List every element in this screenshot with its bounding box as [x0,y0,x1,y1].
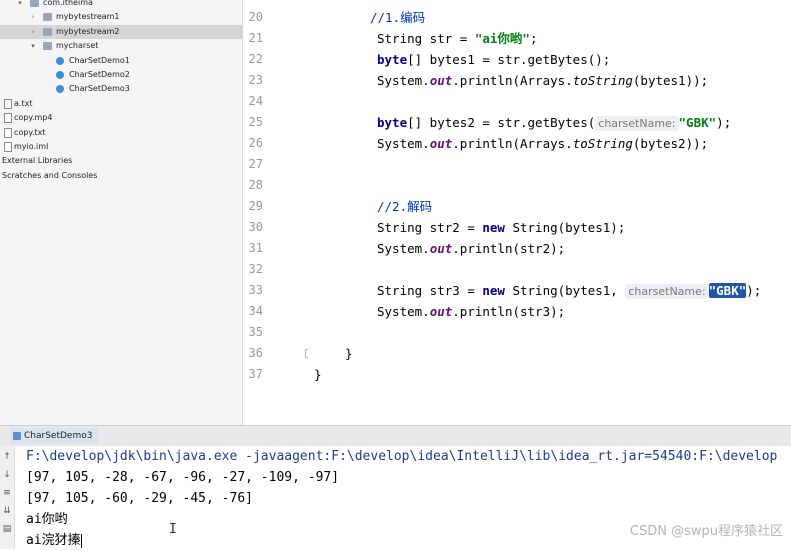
run-config-icon [13,432,21,440]
file-icon [4,142,12,152]
selected-text: "GBK" [708,283,747,298]
tree-item[interactable]: CharSetDemo3 [0,82,242,96]
package-icon [30,0,39,7]
package-icon [43,42,52,50]
console-line: [97, 105, -60, -29, -45, -76] [26,491,253,506]
parameter-hint: charsetName: [595,116,679,131]
file-icon [4,128,12,138]
file-icon [4,113,12,123]
tree-item-label: copy.txt [14,128,46,137]
package-icon [43,13,52,21]
watermark: CSDN @swpu程序猿社区 [629,524,783,539]
line-number: 29 [248,199,263,213]
code-line-25: byte[] bytes2 = str.getBytes(charsetName… [377,115,732,131]
chevron-down-icon[interactable]: ▾ [16,0,24,10]
tree-item[interactable]: › mybytestream1 [0,10,242,24]
code-line-31: System.out.println(str2); [377,241,566,256]
tree-item-label: mycharset [56,41,99,50]
arrow-up-icon[interactable]: ↑ [2,452,12,462]
arrow-down-icon[interactable]: ↓ [2,470,12,480]
tree-item-label: Scratches and Consoles [2,171,98,180]
tree-item[interactable]: copy.mp4 [0,111,242,125]
code-editor[interactable]: //1.编码 String str = "ai你哟"; byte[] bytes… [308,0,791,425]
line-number: 28 [248,178,263,192]
tree-item-label: CharSetDemo3 [69,84,130,93]
tree-item[interactable]: ▾ mycharset [0,39,242,53]
print-icon[interactable]: ▤ [2,524,12,534]
tree-item[interactable]: CharSetDemo2 [0,68,242,82]
tree-item-label: myio.iml [14,142,49,151]
line-number: 24 [248,94,263,108]
tree-item-label: com.itheima [43,0,93,7]
code-line-21: String str = "ai你哟"; [377,31,538,46]
scroll-end-icon[interactable]: ⇊ [2,506,12,516]
code-line-36: } [345,346,353,361]
tree-item[interactable]: ▾ com.itheima [0,0,242,10]
tree-item[interactable]: › mybytestream2 [0,25,242,39]
tree-item[interactable]: copy.txt [0,126,242,140]
code-line-23: System.out.println(Arrays.toString(bytes… [377,73,709,88]
tree-item[interactable]: a.txt [0,97,242,111]
tree-item-label: mybytestream1 [56,12,120,21]
project-tree: ▾ com.itheima › mybytestream1 › mybytestream2… [0,0,243,425]
tree-item-label: External Libraries [2,156,73,165]
editor-gutter: 20 21 22 23 24 25 26 27 28 29 30 31 32 33 34 35 36 37 [243,0,308,425]
code-line-22: byte[] bytes1 = str.getBytes(); [377,52,611,67]
console-line: ai浣犲搸 [26,533,82,548]
chevron-down-icon[interactable]: ▾ [29,39,37,53]
console-line: ai你哟 [26,512,68,527]
tree-item[interactable]: CharSetDemo1 [0,54,242,68]
class-icon [56,71,64,79]
code-line-29: //2.解码 [377,199,433,214]
class-icon [56,57,64,65]
package-icon [43,28,52,36]
tree-item-label: CharSetDemo1 [69,56,130,65]
soft-wrap-icon[interactable]: ≡ [2,488,12,498]
tree-item-label: mybytestream2 [56,27,120,36]
console-line: F:\develop\jdk\bin\java.exe -javaagent:F… [26,449,778,464]
line-number: 27 [248,157,263,171]
run-tool-bar: CharSetDemo3 [0,425,791,447]
file-icon [4,99,12,109]
tree-item-label: CharSetDemo2 [69,70,130,79]
line-number: 25 [248,115,263,129]
tree-item-label: a.txt [14,99,33,108]
console-line: [97, 105, -28, -67, -96, -27, -109, -97] [26,470,340,485]
code-line-37: } [314,367,322,382]
line-number: 26 [248,136,263,150]
run-tab-chardemo3[interactable]: CharSetDemo3 [10,428,99,444]
ibeam-cursor-icon: I [169,522,177,537]
code-line-20: //1.编码 [370,10,426,25]
line-number: 23 [248,73,263,87]
line-number: 33 [248,283,263,297]
chevron-right-icon[interactable]: › [29,10,37,24]
class-icon [56,85,64,93]
code-line-30: String str2 = new String(bytes1); [377,220,626,235]
line-number: 34 [248,304,263,318]
line-number: 20 [248,10,263,24]
line-number: 32 [248,262,263,276]
run-toolbar: ↑ ↓ ≡ ⇊ ▤ [0,446,15,549]
line-number: 31 [248,241,263,255]
code-line-26: System.out.println(Arrays.toString(bytes… [377,136,709,151]
line-number: 35 [248,325,263,339]
tree-item[interactable]: myio.iml [0,140,242,154]
tree-item[interactable]: Scratches and Consoles [0,169,242,183]
line-number: 36 [248,346,263,360]
text-caret [80,533,82,548]
code-line-34: System.out.println(str3); [377,304,566,319]
parameter-hint: charsetName: [625,284,709,299]
line-number: 37 [248,367,263,381]
line-number: 30 [248,220,263,234]
tree-item[interactable]: External Libraries [0,154,242,168]
line-number: 21 [248,31,263,45]
chevron-right-icon[interactable]: › [29,25,37,39]
code-line-33: String str3 = new String(bytes1, charset… [377,283,762,299]
run-tab-label: CharSetDemo3 [24,431,93,441]
line-number: 22 [248,52,263,66]
tree-item-label: copy.mp4 [14,113,53,122]
